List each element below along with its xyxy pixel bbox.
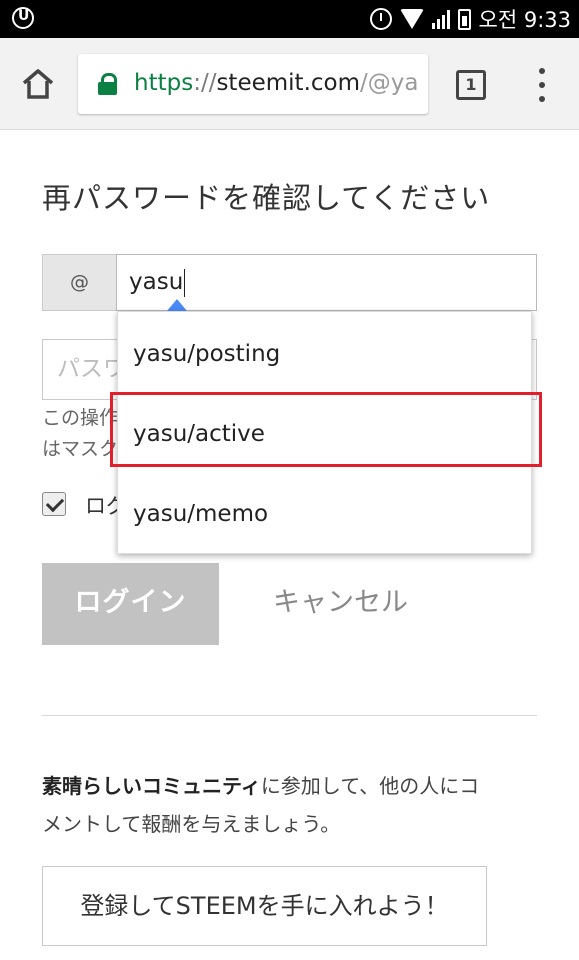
browser-toolbar: https://steemit.com/@ya 1 bbox=[0, 38, 579, 130]
community-link: 素晴らしいコミュニティ bbox=[42, 774, 261, 798]
autocomplete-item-posting[interactable]: yasu/posting bbox=[118, 314, 531, 394]
url-text: https://steemit.com/@ya bbox=[134, 70, 418, 96]
keep-logged-in-checkbox[interactable] bbox=[42, 492, 66, 516]
lock-icon bbox=[98, 73, 118, 95]
login-button[interactable]: ログイン bbox=[42, 563, 219, 645]
username-value: yasu bbox=[129, 269, 184, 295]
signup-button[interactable]: 登録してSTEEMを手に入れよう！ bbox=[42, 866, 487, 946]
url-host: steemit.com bbox=[216, 70, 361, 96]
home-icon[interactable] bbox=[20, 66, 56, 102]
address-bar[interactable]: https://steemit.com/@ya bbox=[78, 54, 428, 114]
url-path: /@ya bbox=[360, 70, 419, 96]
status-icons: 오전 9:33 bbox=[369, 5, 571, 33]
cancel-button[interactable]: キャンセル bbox=[273, 580, 408, 619]
signal-icon bbox=[431, 9, 450, 29]
overflow-menu-icon[interactable] bbox=[536, 68, 548, 102]
join-community-text: 素晴らしいコミュニティに参加して、他の人にコ メントして報酬を与えましょう。 bbox=[42, 767, 537, 843]
highlight-box bbox=[110, 392, 542, 467]
join-line-2: メントして報酬を与えましょう。 bbox=[42, 812, 341, 836]
divider bbox=[42, 715, 537, 716]
status-bar: 오전 9:33 bbox=[0, 0, 579, 38]
url-scheme: https bbox=[134, 70, 194, 96]
app-notification-icon bbox=[12, 7, 34, 29]
tab-switcher-button[interactable]: 1 bbox=[456, 70, 486, 100]
text-caret bbox=[184, 268, 186, 297]
clock: 오전 9:33 bbox=[478, 8, 571, 32]
autocomplete-item-memo[interactable]: yasu/memo bbox=[118, 474, 531, 554]
wifi-icon bbox=[399, 9, 424, 29]
join-line-1: 素晴らしいコミュニティに参加して、他の人にコ bbox=[42, 767, 537, 805]
dropdown-pointer-icon bbox=[167, 299, 187, 311]
page-title: 再パスワードを確認してください bbox=[42, 181, 491, 215]
battery-icon bbox=[457, 8, 471, 30]
join-line-1-rest: に参加して、他の人にコ bbox=[260, 774, 480, 798]
alarm-icon bbox=[369, 8, 392, 30]
at-prefix: @ bbox=[42, 254, 116, 311]
url-separator: :// bbox=[193, 70, 217, 96]
